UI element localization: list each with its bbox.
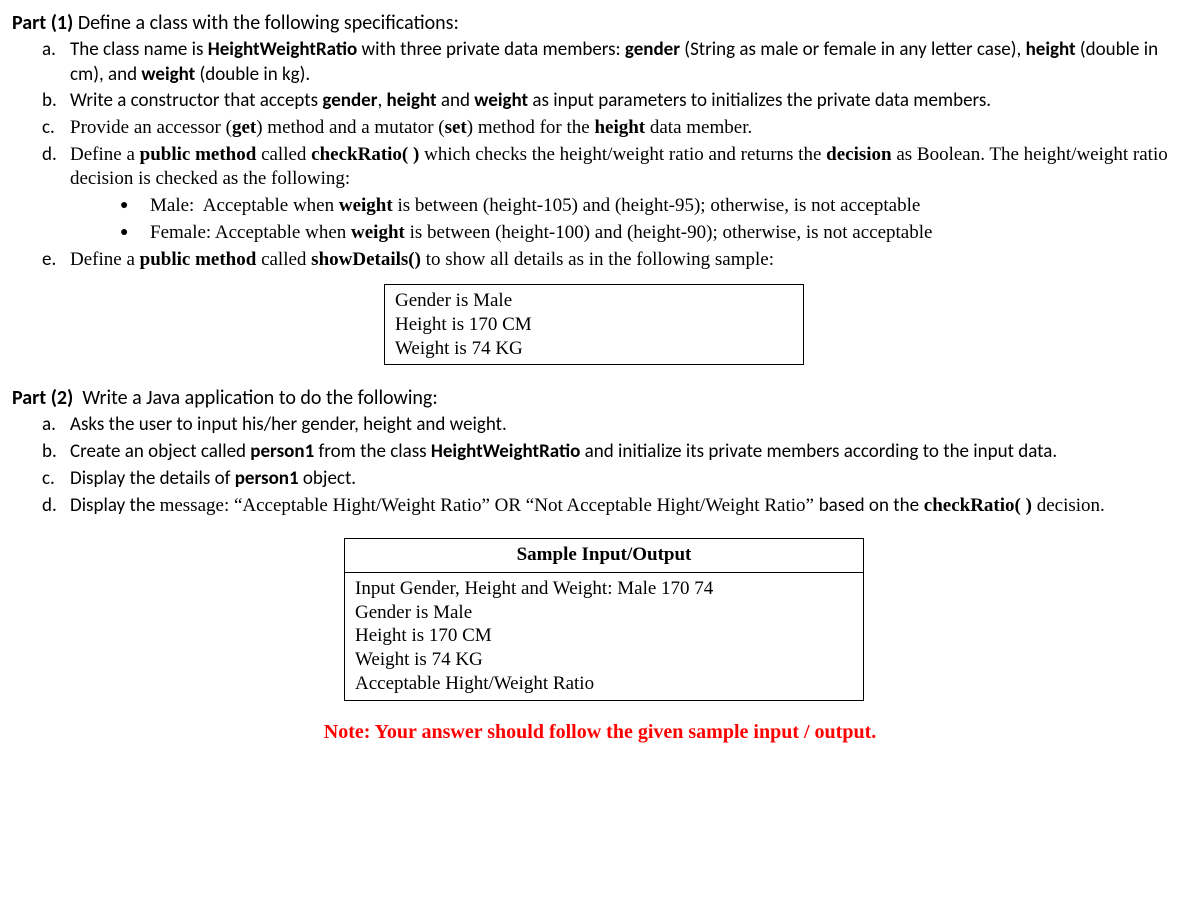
list-content: Provide an accessor (get) method and a m… bbox=[70, 116, 1188, 141]
list-content: Asks the user to input his/her gender, h… bbox=[70, 413, 1188, 438]
list-marker: a. bbox=[42, 413, 70, 438]
list-marker: b. bbox=[42, 440, 70, 465]
list-content: Create an object called person1 from the… bbox=[70, 440, 1188, 465]
part2-item-c: c. Display the details of person1 object… bbox=[42, 467, 1188, 492]
list-marker: c. bbox=[42, 467, 70, 492]
bullet-icon: ● bbox=[120, 221, 150, 245]
list-content: Display the details of person1 object. bbox=[70, 467, 1188, 492]
part2-list: a. Asks the user to input his/her gender… bbox=[12, 413, 1188, 518]
sample-line: Input Gender, Height and Weight: Male 17… bbox=[355, 577, 853, 601]
list-marker: b. bbox=[42, 89, 70, 114]
details-line: Weight is 74 KG bbox=[395, 337, 793, 361]
sublist-content: Female: Acceptable when weight is betwee… bbox=[150, 221, 1188, 246]
sample-line: Gender is Male bbox=[355, 601, 853, 625]
part1-d-sub1: ● Male: Acceptable when weight is betwee… bbox=[120, 194, 1188, 219]
part2-item-a: a. Asks the user to input his/her gender… bbox=[42, 413, 1188, 438]
list-marker: d. bbox=[42, 143, 70, 168]
part1-d-sublist: ● Male: Acceptable when weight is betwee… bbox=[12, 194, 1188, 245]
sample-io-container: Sample Input/Output Input Gender, Height… bbox=[344, 538, 864, 700]
part1-label: Part (1) bbox=[12, 11, 73, 35]
note-text: Note: Your answer should follow the give… bbox=[12, 719, 1188, 745]
part2-header: Part (2) Write a Java application to do … bbox=[12, 385, 1188, 411]
list-content: Define a public method called checkRatio… bbox=[70, 143, 1188, 192]
sample-io-body: Input Gender, Height and Weight: Male 17… bbox=[344, 573, 864, 701]
part2-item-d: d. Display the message: “Acceptable High… bbox=[42, 494, 1188, 519]
part1-header: Part (1) Define a class with the followi… bbox=[12, 10, 1188, 36]
part1-list: a. The class name is HeightWeightRatio w… bbox=[12, 38, 1188, 192]
sample-io-header: Sample Input/Output bbox=[344, 538, 864, 573]
bullet-icon: ● bbox=[120, 194, 150, 218]
part1-item-b: b. Write a constructor that accepts gend… bbox=[42, 89, 1188, 114]
part1-list-cont: e. Define a public method called showDet… bbox=[12, 248, 1188, 273]
part1-item-c: c. Provide an accessor (get) method and … bbox=[42, 116, 1188, 141]
part1-d-sub2: ● Female: Acceptable when weight is betw… bbox=[120, 221, 1188, 246]
part1-item-e: e. Define a public method called showDet… bbox=[42, 248, 1188, 273]
part1-item-a: a. The class name is HeightWeightRatio w… bbox=[42, 38, 1188, 87]
sample-line: Weight is 74 KG bbox=[355, 648, 853, 672]
list-content: Define a public method called showDetail… bbox=[70, 248, 1188, 273]
list-content: The class name is HeightWeightRatio with… bbox=[70, 38, 1188, 87]
list-marker: a. bbox=[42, 38, 70, 63]
sample-line: Height is 170 CM bbox=[355, 624, 853, 648]
part2-header-text: Write a Java application to do the follo… bbox=[82, 386, 437, 410]
sample-line: Acceptable Hight/Weight Ratio bbox=[355, 672, 853, 696]
list-marker: d. bbox=[42, 494, 70, 519]
sublist-content: Male: Acceptable when weight is between … bbox=[150, 194, 1188, 219]
part2-item-b: b. Create an object called person1 from … bbox=[42, 440, 1188, 465]
list-marker: c. bbox=[42, 116, 70, 141]
list-content: Write a constructor that accepts gender,… bbox=[70, 89, 1188, 114]
details-line: Gender is Male bbox=[395, 289, 793, 313]
list-marker: e. bbox=[42, 248, 70, 273]
list-content: Display the message: “Acceptable Hight/W… bbox=[70, 494, 1188, 519]
part1-item-d: d. Define a public method called checkRa… bbox=[42, 143, 1188, 192]
part2-label: Part (2) bbox=[12, 386, 73, 410]
details-sample-box: Gender is Male Height is 170 CM Weight i… bbox=[384, 284, 804, 365]
details-line: Height is 170 CM bbox=[395, 313, 793, 337]
part1-header-text: Define a class with the following specif… bbox=[78, 11, 459, 35]
